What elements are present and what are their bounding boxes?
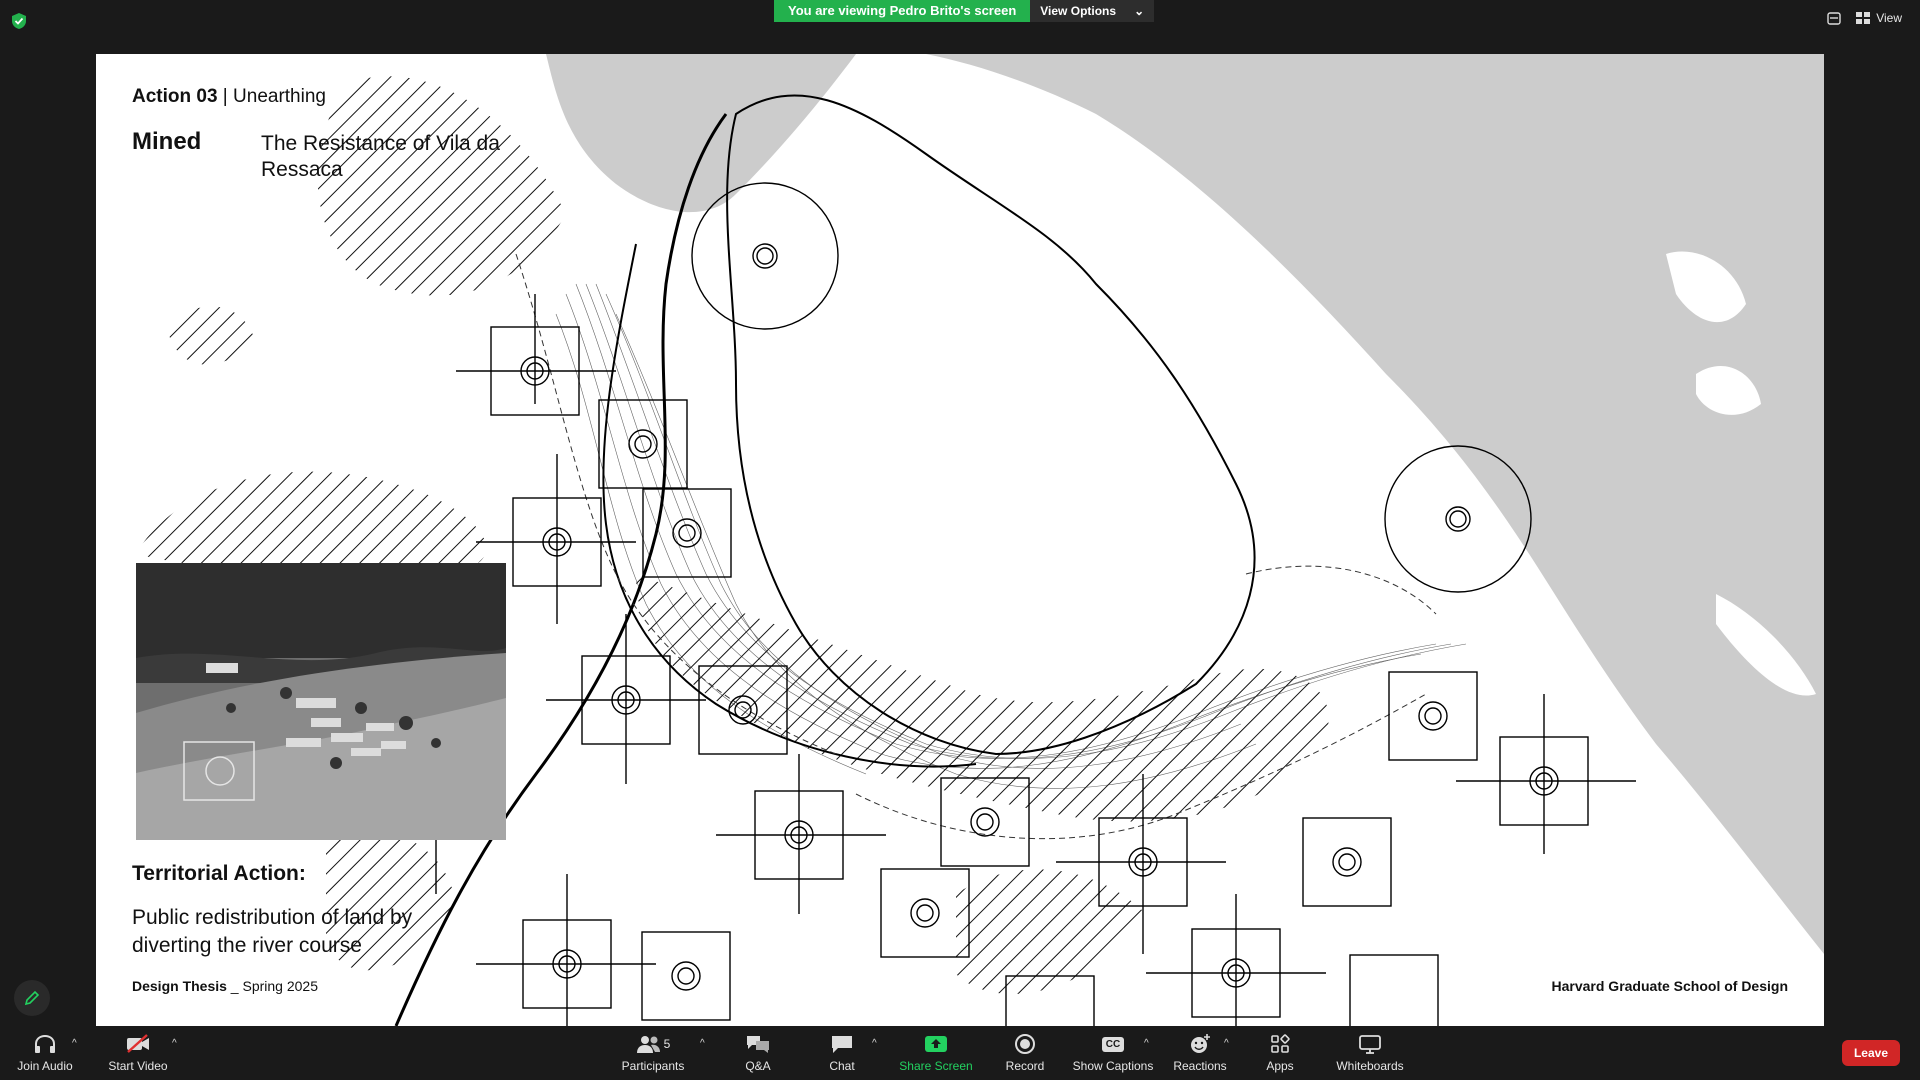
start-video-button[interactable]: Start Video	[104, 1026, 172, 1080]
view-button[interactable]: View	[1856, 11, 1902, 25]
start-video-label: Start Video	[108, 1059, 168, 1073]
viewing-screen-text: You are viewing Pedro Brito's screen	[774, 0, 1031, 22]
apps-button[interactable]: Apps	[1262, 1026, 1298, 1080]
view-options-label: View Options	[1040, 4, 1117, 18]
qa-icon	[747, 1036, 769, 1053]
show-captions-label: Show Captions	[1072, 1059, 1154, 1073]
reactions-button[interactable]: Reactions	[1172, 1026, 1228, 1080]
participants-icon	[636, 1036, 660, 1053]
screen-share-banner: You are viewing Pedro Brito's screen Vie…	[774, 0, 1155, 22]
participants-options-caret-icon[interactable]: ^	[700, 1038, 705, 1049]
apps-label: Apps	[1266, 1059, 1294, 1073]
record-label: Record	[1005, 1059, 1045, 1073]
record-icon	[1015, 1034, 1035, 1054]
aerial-photo	[136, 563, 506, 840]
left-margin	[0, 54, 96, 1026]
chat-label: Chat	[829, 1059, 855, 1073]
slide-mined-title: Mined	[132, 128, 202, 155]
view-label: View	[1876, 11, 1902, 25]
join-audio-button[interactable]: Join Audio	[14, 1026, 76, 1080]
slide-subtitle: The Resistance of Vila da Ressaca	[261, 132, 500, 181]
whiteboard-icon	[1359, 1035, 1381, 1054]
share-screen-label: Share Screen	[899, 1059, 973, 1073]
chat-button[interactable]: Chat	[822, 1026, 862, 1080]
qa-button[interactable]: Q&A	[738, 1026, 778, 1080]
reactions-options-caret-icon[interactable]: ^	[1224, 1038, 1229, 1049]
design-thesis-footer: Design Thesis _ Spring 2025	[132, 978, 318, 994]
apps-icon	[1271, 1034, 1290, 1053]
design-thesis-term: _ Spring 2025	[226, 978, 318, 994]
chat-options-caret-icon[interactable]: ^	[872, 1038, 877, 1049]
grid-view-icon	[1856, 12, 1871, 24]
participants-button[interactable]: 5 Participants	[618, 1026, 688, 1080]
river-map-drawing	[136, 54, 1824, 1026]
pencil-icon	[24, 990, 40, 1006]
qa-label: Q&A	[745, 1059, 771, 1073]
territorial-action-body: Public redistribution of land by diverti…	[132, 906, 413, 957]
territorial-action-title: Territorial Action:	[132, 862, 306, 885]
chat-icon	[832, 1036, 852, 1053]
meeting-top-bar: You are viewing Pedro Brito's screen Vie…	[0, 0, 1920, 54]
captions-cc-icon: CC	[1101, 1036, 1125, 1052]
slide-action-heading: Action 03 | Unearthing	[132, 86, 326, 108]
top-right-controls: View	[1826, 10, 1920, 26]
exit-fullscreen-icon[interactable]	[1826, 10, 1842, 26]
security-shield-icon[interactable]	[11, 12, 27, 30]
school-footer: Harvard Graduate School of Design	[1551, 978, 1789, 994]
leave-button[interactable]: Leave	[1841, 1040, 1900, 1066]
shared-screen-slide: Action 03 | Unearthing Mined The Resista…	[96, 54, 1824, 1026]
annotate-pencil-button[interactable]	[14, 980, 50, 1016]
headphones-icon	[35, 1034, 55, 1053]
audio-options-caret-icon[interactable]: ^	[72, 1038, 77, 1049]
join-audio-label: Join Audio	[17, 1059, 73, 1073]
whiteboards-label: Whiteboards	[1336, 1059, 1404, 1073]
participants-count: 5	[663, 1037, 671, 1051]
share-screen-icon	[925, 1036, 947, 1052]
action-number: Action 03	[132, 86, 218, 107]
whiteboards-button[interactable]: Whiteboards	[1332, 1026, 1408, 1080]
action-name: | Unearthing	[217, 86, 326, 107]
captions-options-caret-icon[interactable]: ^	[1144, 1038, 1149, 1049]
show-captions-button[interactable]: CC Show Captions	[1072, 1026, 1154, 1080]
right-margin	[1824, 54, 1920, 1026]
video-options-caret-icon[interactable]: ^	[172, 1038, 177, 1049]
chevron-down-icon: ⌄	[1134, 4, 1145, 18]
aerial-photo-image	[136, 563, 506, 840]
meeting-toolbar: Join Audio ^ Start Video ^ 5 Participant…	[0, 1026, 1920, 1080]
participants-label: Participants	[621, 1059, 685, 1073]
reactions-label: Reactions	[1173, 1059, 1227, 1073]
video-off-icon	[127, 1034, 149, 1053]
view-options-button[interactable]: View Options ⌄	[1030, 0, 1155, 22]
share-screen-button[interactable]: Share Screen	[898, 1026, 974, 1080]
record-button[interactable]: Record	[1002, 1026, 1048, 1080]
design-thesis-label: Design Thesis	[132, 978, 227, 994]
reactions-smiley-icon	[1191, 1034, 1210, 1053]
